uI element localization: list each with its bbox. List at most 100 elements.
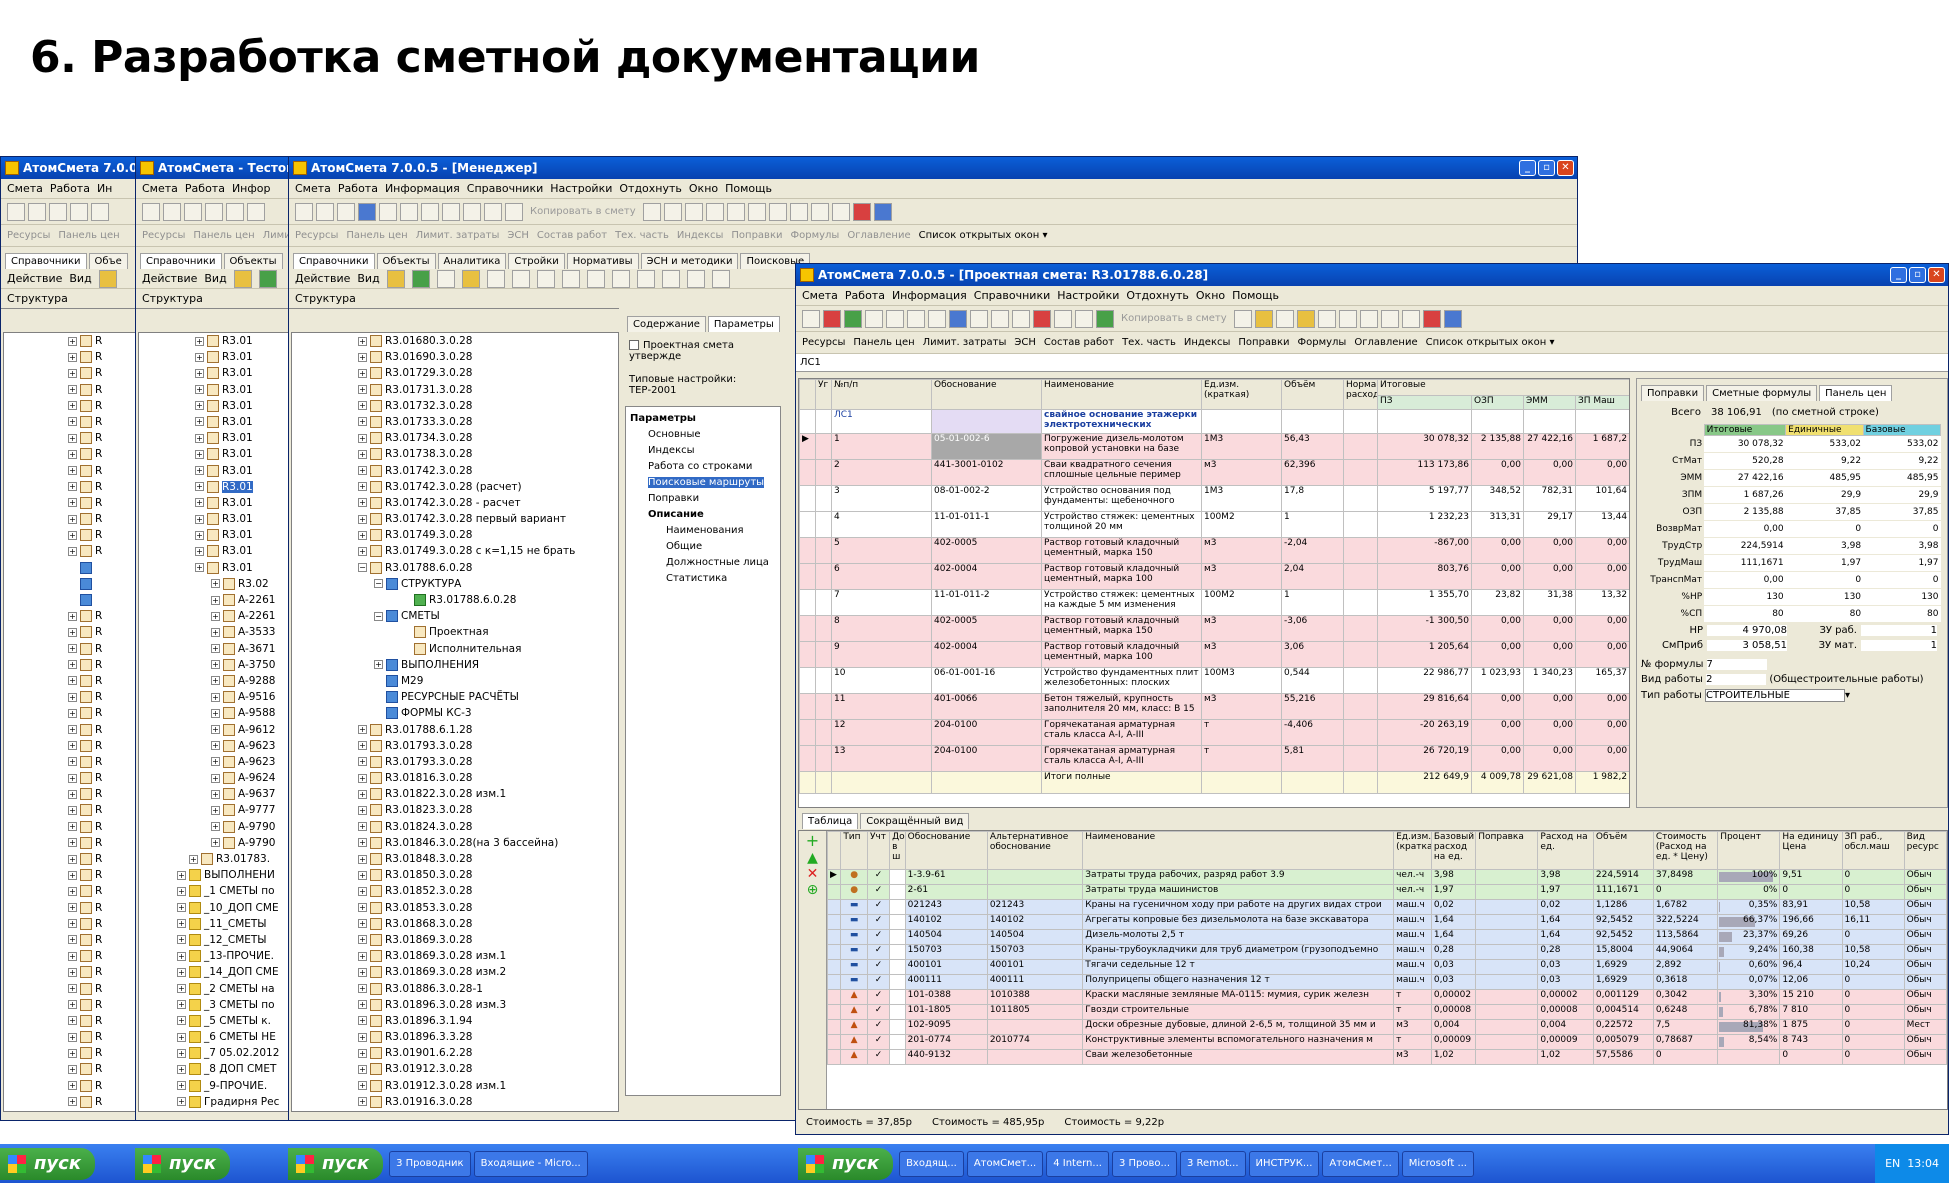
col-zpm[interactable]: ЗП Маш (1574, 395, 1629, 410)
grid-cell[interactable]: 0,00 (1523, 745, 1576, 772)
tree-item[interactable]: +R (4, 430, 136, 446)
tab-spravochniki[interactable]: Справочники (140, 253, 222, 269)
tree-item[interactable]: + R3.02 (139, 576, 291, 592)
action-menu[interactable]: Действие (7, 272, 62, 285)
expand-toggle[interactable]: + (195, 385, 204, 395)
tree-item[interactable]: + R3.01729.3.0.28 (292, 365, 618, 381)
grid-cell[interactable] (1717, 1049, 1781, 1065)
tool-icon[interactable] (611, 269, 630, 288)
expand-toggle[interactable]: + (358, 385, 367, 395)
grid-cell[interactable]: 11 (831, 693, 932, 720)
grid-cell[interactable]: Раствор готовый кладочный цементный, мар… (1041, 563, 1202, 590)
grid-cell[interactable]: 111,1671 (1592, 884, 1654, 900)
price-cell[interactable]: 29,9 (1785, 486, 1864, 504)
save-icon[interactable] (295, 202, 313, 221)
tree-item[interactable]: + A-2261 (139, 592, 291, 608)
grid-cell[interactable]: 0,00 (1523, 693, 1576, 720)
tree-item[interactable]: + A-9623 (139, 738, 291, 754)
grid-cell[interactable]: Обыч (1903, 1049, 1947, 1065)
tree-item[interactable]: + R3.01 (139, 463, 291, 479)
grid-cell[interactable]: Устройство фундаментных плит железобетон… (1041, 667, 1202, 694)
tree-item[interactable]: + R3.01783. (139, 851, 291, 867)
menu-rabota[interactable]: Работа (185, 182, 225, 195)
grid-cell[interactable]: Доски обрезные дубовые, длиной 2-6,5 м, … (1082, 1019, 1395, 1035)
grid-cell[interactable] (826, 929, 842, 945)
grid-cell[interactable]: маш.ч (1393, 974, 1432, 990)
grid-cell[interactable]: 1,02 (1430, 1049, 1477, 1065)
grid-cell[interactable]: 0,00 (1574, 563, 1629, 590)
grid-cell[interactable]: Раствор готовый кладочный цементный, мар… (1041, 537, 1202, 564)
taskbar-item[interactable]: АтомСмет... (966, 1150, 1044, 1177)
grid-cell[interactable]: 0,00 (1471, 641, 1524, 668)
expand-toggle[interactable]: + (68, 903, 77, 913)
grid-cell[interactable]: 441-3001-0102 (931, 459, 1042, 486)
expand-toggle[interactable]: + (68, 741, 77, 751)
expand-toggle[interactable]: + (68, 805, 77, 815)
link-2[interactable]: Лимит. затраты (923, 337, 1007, 348)
price-cell[interactable]: 520,28 (1704, 452, 1786, 470)
tree-item[interactable]: + R3.01850.3.0.28 (292, 867, 618, 883)
price-cell[interactable]: 0 (1785, 520, 1864, 538)
grid-cell[interactable]: 0% (1717, 884, 1781, 900)
expand-toggle[interactable]: + (358, 886, 367, 896)
tree-item[interactable]: +R (4, 997, 136, 1013)
grid-cell[interactable]: 1010388 (986, 989, 1084, 1005)
tree-item[interactable]: +R (4, 916, 136, 932)
expand-toggle[interactable]: + (358, 1064, 367, 1074)
price-cell[interactable]: 224,5914 (1704, 537, 1786, 555)
taskbar-item[interactable]: 4 Intern... (1046, 1150, 1109, 1177)
grid-cell[interactable]: 322,5224 (1652, 914, 1719, 930)
expand-toggle[interactable]: + (195, 546, 204, 556)
tree-item[interactable]: +R (4, 819, 136, 835)
grid-cell[interactable] (889, 914, 906, 930)
resource-type-icon[interactable]: ▬ (840, 944, 868, 960)
grid-cell[interactable]: -20 263,19 (1377, 719, 1472, 746)
grid-cell[interactable] (1343, 563, 1378, 590)
expand-toggle[interactable]: + (211, 627, 220, 637)
expand-toggle[interactable]: + (68, 870, 77, 880)
grid-cell[interactable]: 400101 (904, 959, 988, 975)
price-cell[interactable]: 533,02 (1863, 435, 1941, 453)
insert-icon[interactable] (421, 202, 439, 221)
tab-4[interactable]: Нормативы (566, 253, 639, 269)
expand-toggle[interactable]: + (177, 1016, 186, 1026)
grid-cell[interactable]: маш.ч (1393, 899, 1432, 915)
grid-cell[interactable] (799, 563, 816, 590)
expand-toggle[interactable]: + (195, 482, 204, 492)
grid-cell[interactable]: ▶ (799, 433, 816, 460)
grid-cell[interactable]: 0,00 (1523, 537, 1576, 564)
grid-cell[interactable] (889, 899, 906, 915)
grid-cell[interactable]: Обыч (1903, 899, 1947, 915)
table-row[interactable]: 2 441-3001-0102 Сваи квадратного сечения с… (799, 459, 1629, 486)
tree-item[interactable]: +R (4, 981, 136, 997)
grid-cell[interactable]: 57,5586 (1592, 1049, 1654, 1065)
grid-cell[interactable]: Затраты труда машинистов (1082, 884, 1395, 900)
tree-item[interactable]: + Градирня Рес (139, 1094, 291, 1110)
grid-cell[interactable]: 140504 (904, 929, 988, 945)
grid-cell[interactable]: 400111 (986, 974, 1084, 990)
tool-icon[interactable] (1054, 309, 1072, 328)
tree-item[interactable]: + _1 СМЕТЫ по (139, 883, 291, 899)
tree-item[interactable]: +R (4, 1013, 136, 1029)
expand-toggle[interactable]: + (68, 514, 77, 524)
copy-icon[interactable] (463, 202, 481, 221)
grid-cell[interactable]: 0,35% (1717, 899, 1781, 915)
resource-type-icon[interactable]: ▬ (840, 959, 868, 975)
link-0[interactable]: Ресурсы (295, 230, 338, 241)
tree-item[interactable]: +R (4, 835, 136, 851)
grid-cell[interactable]: 1,02 (1537, 1049, 1594, 1065)
tool-icon[interactable] (768, 202, 787, 221)
grid-cell[interactable] (815, 409, 832, 434)
tree-item[interactable]: + R3.01690.3.0.28 (292, 349, 618, 365)
grid-cell[interactable] (815, 433, 832, 460)
grid-cell[interactable]: 0,00 (1574, 719, 1629, 746)
expand-toggle[interactable]: + (211, 838, 220, 848)
grid-cell[interactable]: Мест (1903, 1019, 1947, 1035)
expand-toggle[interactable]: + (358, 822, 367, 832)
col-basis[interactable]: Обоснование (931, 379, 1042, 410)
link-price-panel[interactable]: Панель цен (58, 230, 119, 241)
expand-toggle[interactable]: + (68, 676, 77, 686)
expand-toggle[interactable]: + (68, 919, 77, 929)
grid-cell[interactable] (986, 869, 1084, 885)
grid-cell[interactable]: Обыч (1903, 929, 1947, 945)
